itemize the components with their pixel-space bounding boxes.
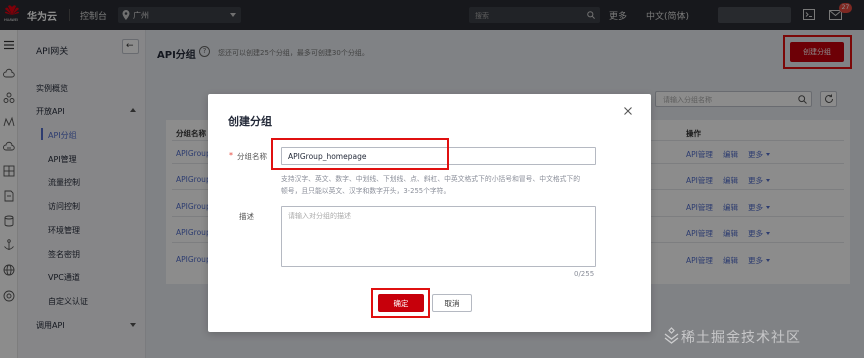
highlight-confirm-button xyxy=(371,288,430,318)
close-icon[interactable] xyxy=(622,105,634,117)
description-label: 描述 xyxy=(239,212,254,221)
highlight-name-input xyxy=(271,138,449,170)
create-group-dialog: 创建分组 * 分组名称 支持汉字、英文、数字、中划线、下划线、点、斜杠、中英文格… xyxy=(208,94,651,332)
char-counter: 0/255 xyxy=(574,270,595,278)
group-name-help: 支持汉字、英文、数字、中划线、下划线、点、斜杠、中英文格式下的小括号和冒号、中文… xyxy=(281,175,581,195)
dialog-title: 创建分组 xyxy=(228,115,272,128)
cancel-button[interactable]: 取消 xyxy=(432,294,472,312)
group-name-label: 分组名称 xyxy=(237,152,267,161)
required-mark: * xyxy=(229,151,233,160)
juejin-logo-icon xyxy=(664,327,679,344)
watermark-text: 稀土掘金技术社区 xyxy=(681,330,801,346)
description-textarea[interactable] xyxy=(281,206,596,267)
